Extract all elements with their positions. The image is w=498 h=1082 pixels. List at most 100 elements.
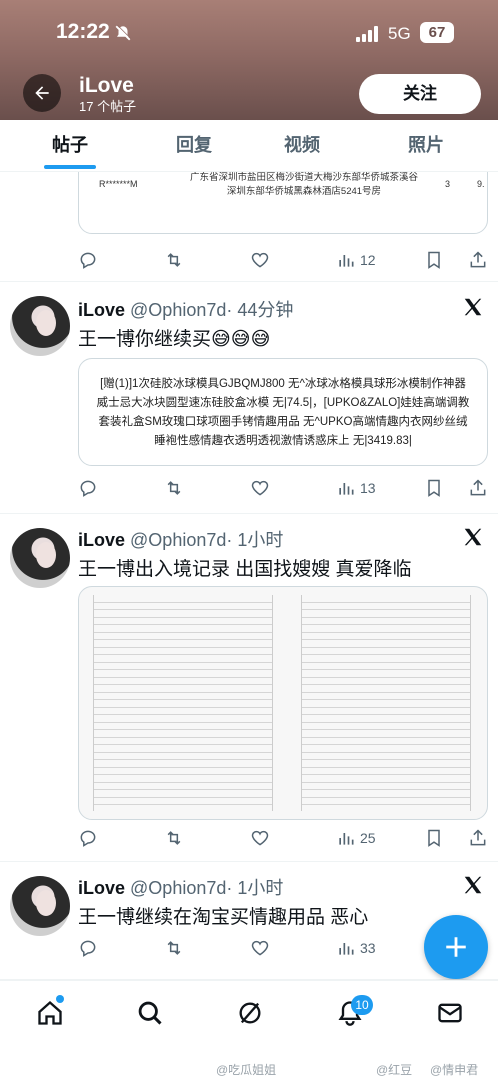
views-chart-icon [339,833,354,845]
reply-icon [80,940,96,957]
table-row-line [94,700,272,708]
like-button[interactable] [250,826,270,850]
post-item[interactable]: iLove @Ophion7d· 1小时 王一博继续在淘宝买情趣用品 恶心 33 [0,862,498,980]
repost-icon [167,253,181,267]
x-logo-icon [464,876,482,894]
tab-videos[interactable]: 视频 [284,120,320,172]
reply-button[interactable] [78,936,98,960]
repost-button[interactable] [164,936,184,960]
home-icon[interactable] [36,999,64,1027]
heart-icon [251,480,269,496]
table-row-line [94,618,272,625]
table-row-line [94,723,272,730]
grok-icon[interactable] [236,999,264,1027]
author-handle[interactable]: @Ophion7d [130,878,226,898]
post-header: iLove @Ophion7d· 1小时 [78,874,283,900]
arrow-left-icon [35,86,49,100]
table-row-line [94,738,272,745]
table-row-line [94,760,272,768]
back-button[interactable] [23,74,61,112]
repost-button[interactable] [164,476,184,500]
share-button[interactable] [468,476,488,500]
views-chart-icon [339,483,354,495]
table-row-line [94,610,272,618]
card-cell: 3 [445,179,451,189]
author-handle[interactable]: @Ophion7d [130,300,226,320]
post-text: 王一博你继续买😅😅😅 [78,329,271,350]
card-cell: 9. [477,179,485,189]
share-icon [470,479,486,496]
signal-icon [356,26,378,42]
search-icon[interactable] [136,999,164,1027]
views-count: 25 [360,830,376,846]
plus-icon [446,937,466,957]
views-chart-icon [339,255,354,267]
tab-replies[interactable]: 回复 [176,120,212,172]
views-chart-icon [339,943,354,955]
follow-button[interactable]: 关注 [359,74,481,114]
table-row-line [94,715,272,723]
watermark: @情申君 [430,1063,479,1077]
bell-off-icon [115,24,132,41]
author-handle[interactable]: @Ophion7d [130,530,226,550]
share-button[interactable] [468,826,488,850]
like-button[interactable] [250,936,270,960]
views-button[interactable]: 12 [336,248,376,272]
author-name[interactable]: iLove [78,878,125,898]
table-row-line [302,625,470,633]
reply-button[interactable] [78,248,98,272]
post-item[interactable]: R*******M 广东省深圳市盐田区梅沙街道大梅沙东部华侨城茶溪谷深圳东部华侨… [0,172,498,282]
post-header: iLove @Ophion7d· 44分钟 [78,296,293,322]
compose-button[interactable] [424,915,488,979]
table-row-line [302,730,470,738]
table-row-line [302,603,470,610]
views-button[interactable]: 25 [336,826,376,850]
post-image-card[interactable]: [赠(1)]1次硅胶冰球模具GJBQMJ800 无^冰球冰格模具球形冰模制作神器… [78,358,488,466]
post-header: iLove @Ophion7d· 1小时 [78,526,283,552]
heart-icon [251,830,269,846]
bookmark-button[interactable] [424,826,444,850]
post-image-card[interactable] [78,586,488,820]
table-row-line [302,745,470,753]
bookmark-button[interactable] [424,248,444,272]
table-row-line [302,708,470,715]
author-name[interactable]: iLove [78,530,125,550]
repost-button[interactable] [164,248,184,272]
avatar[interactable] [10,296,70,356]
bookmark-button[interactable] [424,476,444,500]
table-row-line [94,663,272,670]
timeline[interactable]: R*******M 广东省深圳市盐田区梅沙街道大梅沙东部华侨城茶溪谷深圳东部华侨… [0,172,498,980]
table-row-line [302,775,470,783]
post-count: 17 个帖子 [79,99,137,114]
table-row-line [94,708,272,715]
avatar[interactable] [10,528,70,588]
post-image-card[interactable]: R*******M 广东省深圳市盐田区梅沙街道大梅沙东部华侨城茶溪谷深圳东部华侨… [78,172,488,234]
share-button[interactable] [468,248,488,272]
post-item[interactable]: iLove @Ophion7d· 1小时 王一博出入境记录 出国找嫂嫂 真爱降临… [0,514,498,862]
table-row-line [302,633,470,640]
like-button[interactable] [250,476,270,500]
active-tab-indicator [44,165,96,169]
reply-button[interactable] [78,476,98,500]
avatar[interactable] [10,876,70,936]
bookmark-icon [428,251,440,269]
table-row-line [94,685,272,693]
table-row-line [94,693,272,700]
reply-button[interactable] [78,826,98,850]
watermark: @吃瓜姐姐 [216,1063,277,1077]
post-item[interactable]: iLove @Ophion7d· 44分钟 王一博你继续买😅😅😅 [赠(1)]1… [0,282,498,514]
post-text: 王一博继续在淘宝买情趣用品 恶心 [78,907,369,928]
table-row-line [302,790,470,798]
views-button[interactable]: 33 [336,936,376,960]
x-logo-icon [464,298,482,316]
author-name[interactable]: iLove [78,300,125,320]
views-button[interactable]: 13 [336,476,376,500]
table-row-line [94,730,272,738]
like-button[interactable] [250,248,270,272]
messages-icon[interactable] [436,999,464,1027]
tab-photos[interactable]: 照片 [408,120,444,172]
table-row-line [94,745,272,753]
repost-icon [167,941,181,955]
table-row-line [94,595,272,603]
repost-button[interactable] [164,826,184,850]
